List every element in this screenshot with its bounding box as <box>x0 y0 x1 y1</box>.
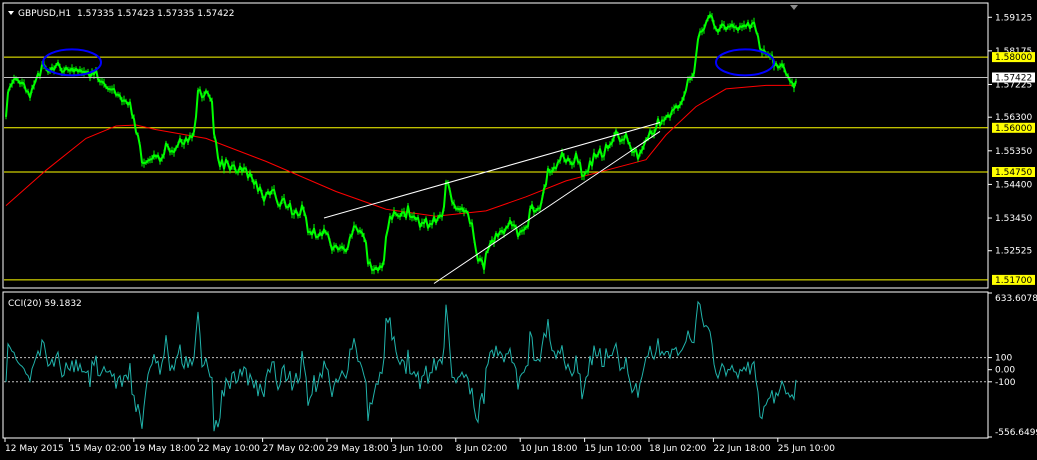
cci-line <box>5 300 797 432</box>
level-tag-label: 1.58000 <box>995 53 1032 63</box>
current-price-label: 1.57422 <box>995 74 1032 84</box>
upper-trend-line[interactable] <box>323 122 661 219</box>
time-tick-label: 22 May 10:00 <box>198 444 260 454</box>
cci-tick-label: 0.00 <box>995 366 1015 376</box>
level-tag-label: 1.56000 <box>995 124 1032 134</box>
cci-pane: CCI(20) 59.1832 633.6078 100 0.00 -100 -556.… <box>2 291 1037 439</box>
time-tick-label: 22 Jun 18:00 <box>713 444 770 454</box>
cci-series <box>5 300 797 432</box>
time-tick-label: 10 Jun 18:00 <box>520 444 577 454</box>
time-tick-label: 15 May 02:00 <box>69 444 131 454</box>
price-tick-label: 1.59125 <box>995 13 1032 23</box>
time-tick-label: 15 Jun 10:00 <box>585 444 642 454</box>
right-peak-circle[interactable] <box>715 48 775 77</box>
level-tag-label: 1.51700 <box>995 276 1032 286</box>
time-tick-label: 29 May 18:00 <box>327 444 389 454</box>
price-tick-label: 1.52525 <box>995 247 1032 257</box>
cci-pane-frame <box>2 291 989 439</box>
price-line <box>5 14 797 272</box>
price-axis: 1.591251.581751.572251.563001.553501.544… <box>4 13 1035 286</box>
chart-shift-marker-icon[interactable] <box>790 5 798 10</box>
price-series <box>5 11 797 275</box>
level-tag-label: 1.54750 <box>995 168 1032 178</box>
circled-peaks[interactable] <box>42 48 775 77</box>
cci-tick-label: -100 <box>995 378 1016 388</box>
time-tick-label: 18 Jun 02:00 <box>649 444 706 454</box>
time-axis: 12 May 2015 15 May 02:00 19 May 18:00 22 Ma… <box>4 438 835 454</box>
price-pane: GBPUSD,H1 1.57335 1.57423 1.57335 1.5742… <box>2 2 1035 289</box>
time-tick-label: 25 Jun 10:00 <box>778 444 835 454</box>
price-tick-label: 1.55350 <box>995 147 1032 157</box>
time-tick-label: 3 Jun 10:00 <box>391 444 443 454</box>
symbol-label: GBPUSD,H1 <box>18 9 71 19</box>
cci-label: CCI(20) 59.1832 <box>8 299 82 309</box>
time-tick-label: 27 May 02:00 <box>263 444 325 454</box>
time-tick-label: 12 May 2015 <box>5 444 64 454</box>
cci-reference-levels <box>4 357 988 383</box>
cci-tick-label: 100 <box>995 354 1012 364</box>
chart-window: GBPUSD,H1 1.57335 1.57423 1.57335 1.5742… <box>0 0 1037 457</box>
dropdown-triangle-icon[interactable] <box>8 11 14 15</box>
price-pane-frame <box>2 2 989 289</box>
time-tick-label: 8 Jun 02:00 <box>456 444 508 454</box>
price-tick-label: 1.53450 <box>995 214 1032 224</box>
ohlc-values: 1.57335 1.57423 1.57335 1.57422 <box>77 9 234 19</box>
price-tick-label: 1.54400 <box>995 180 1032 190</box>
cci-tick-label: 633.6078 <box>995 294 1037 304</box>
cci-axis: 633.6078 100 0.00 -100 -556.6499 <box>988 292 1037 438</box>
price-tick-label: 1.56300 <box>995 113 1032 123</box>
cci-tick-label: -556.6499 <box>995 428 1037 438</box>
horizontal-levels[interactable] <box>4 56 988 281</box>
chart-canvas: GBPUSD,H1 1.57335 1.57423 1.57335 1.5742… <box>2 2 1037 454</box>
time-tick-label: 19 May 18:00 <box>134 444 196 454</box>
